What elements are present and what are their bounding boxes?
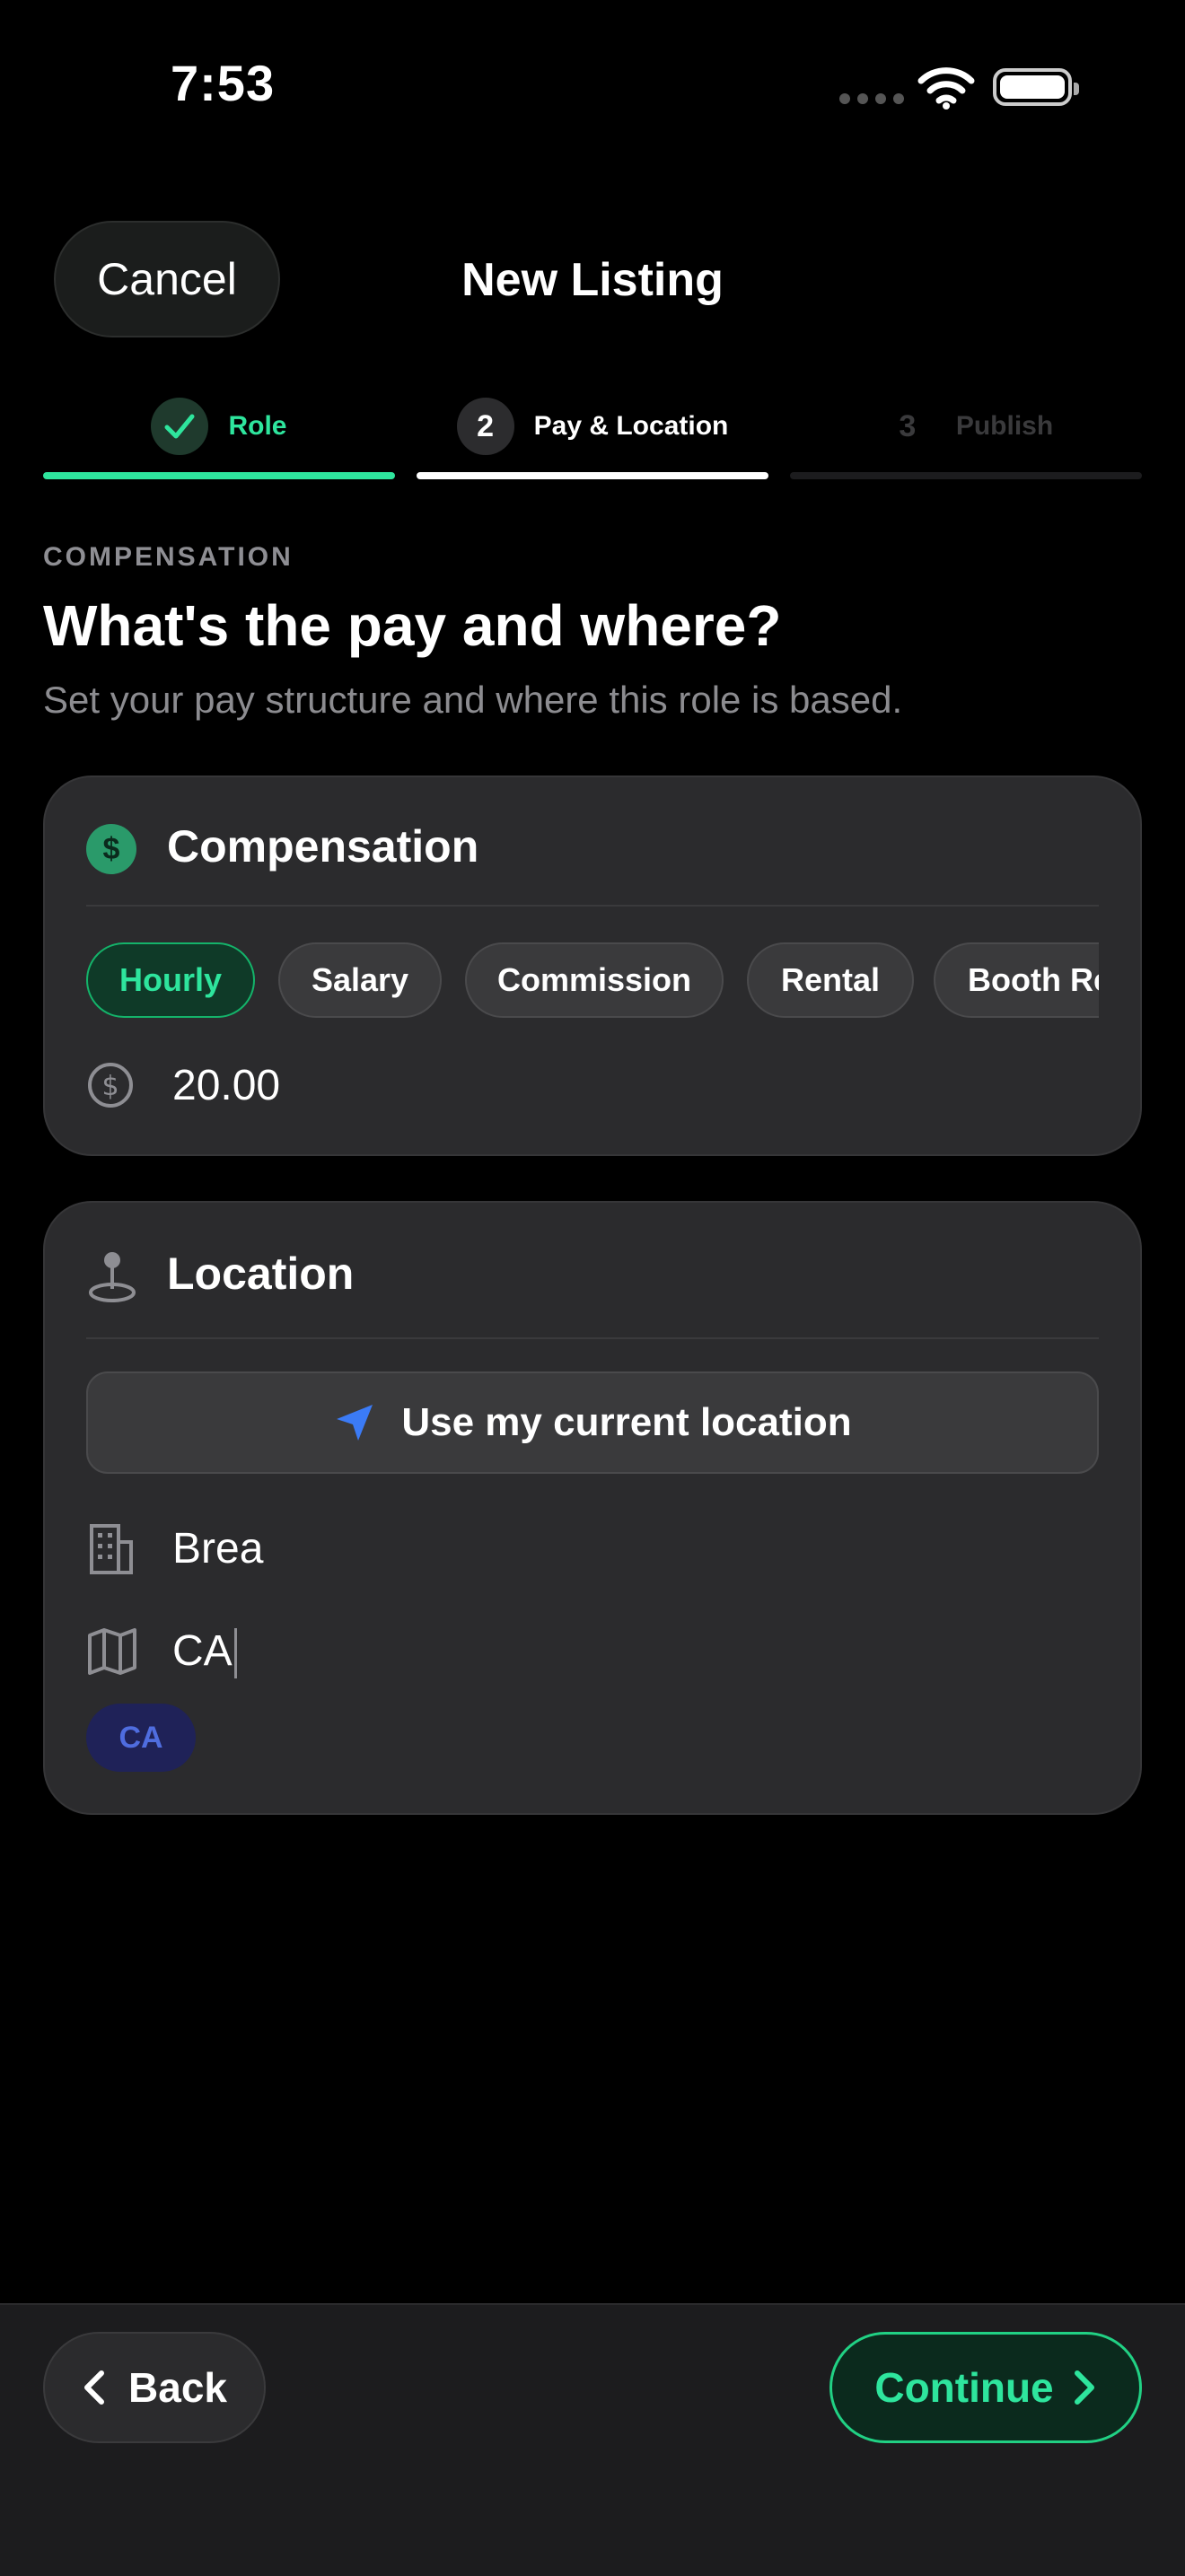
text-cursor — [233, 1628, 237, 1679]
location-title: Location — [167, 1249, 355, 1299]
divider — [86, 905, 1099, 907]
continue-button[interactable]: Continue — [830, 2332, 1142, 2443]
step-label: Role — [228, 411, 287, 441]
battery-icon — [993, 68, 1079, 106]
step-progress-publish — [790, 472, 1142, 479]
wifi-icon — [917, 67, 975, 110]
state-input-value: CA — [172, 1627, 233, 1675]
map-icon — [88, 1628, 136, 1675]
pay-type-hourly[interactable]: Hourly — [86, 942, 255, 1018]
step-progress-pay-location — [417, 472, 768, 479]
step-number: 3 — [899, 408, 917, 443]
use-current-location-label: Use my current location — [401, 1400, 852, 1444]
section-eyebrow: COMPENSATION — [43, 542, 294, 572]
section-subtitle: Set your pay structure and where this ro… — [43, 679, 903, 721]
step-role[interactable]: Role — [43, 395, 395, 458]
state-badge[interactable]: CA — [86, 1704, 196, 1772]
location-arrow-icon — [337, 1405, 373, 1441]
pay-type-scroller[interactable]: Hourly Salary Commission Rental Booth Re… — [86, 942, 1099, 1018]
step-number: 2 — [456, 398, 514, 455]
back-button[interactable]: Back — [43, 2332, 266, 2443]
pay-type-salary[interactable]: Salary — [278, 942, 442, 1018]
dollar-outline-icon: $ — [88, 1063, 133, 1108]
use-current-location-button[interactable]: Use my current location — [86, 1371, 1099, 1474]
step-pay-location[interactable]: 2 Pay & Location — [417, 395, 768, 458]
svg-text:$: $ — [101, 1071, 118, 1102]
back-label: Back — [128, 2364, 227, 2411]
step-progress-role — [43, 472, 395, 479]
compensation-title: Compensation — [167, 821, 479, 872]
checkmark-icon — [151, 398, 209, 455]
step-publish[interactable]: 3 Publish — [790, 395, 1142, 458]
city-input[interactable]: Brea — [172, 1524, 263, 1573]
pay-amount-input[interactable]: 20.00 — [172, 1061, 280, 1110]
divider — [86, 1337, 1099, 1339]
chevron-right-icon — [1074, 2370, 1094, 2405]
continue-label: Continue — [874, 2364, 1054, 2411]
dollar-circle-icon: $ — [86, 824, 136, 874]
pay-type-rental[interactable]: Rental — [747, 942, 914, 1018]
status-time: 7:53 — [171, 55, 276, 111]
section-heading: What's the pay and where? — [43, 593, 782, 658]
step-label: Pay & Location — [533, 411, 729, 441]
building-icon — [90, 1524, 133, 1574]
signal-icon — [839, 93, 904, 104]
map-pin-icon — [89, 1252, 136, 1302]
pay-type-commission[interactable]: Commission — [465, 942, 724, 1018]
page-title: New Listing — [461, 254, 724, 306]
chevron-left-icon — [84, 2370, 105, 2405]
step-label: Publish — [955, 411, 1054, 441]
state-input[interactable]: CA — [172, 1626, 237, 1679]
pay-type-booth-rental[interactable]: Booth Rental — [934, 942, 1099, 1018]
